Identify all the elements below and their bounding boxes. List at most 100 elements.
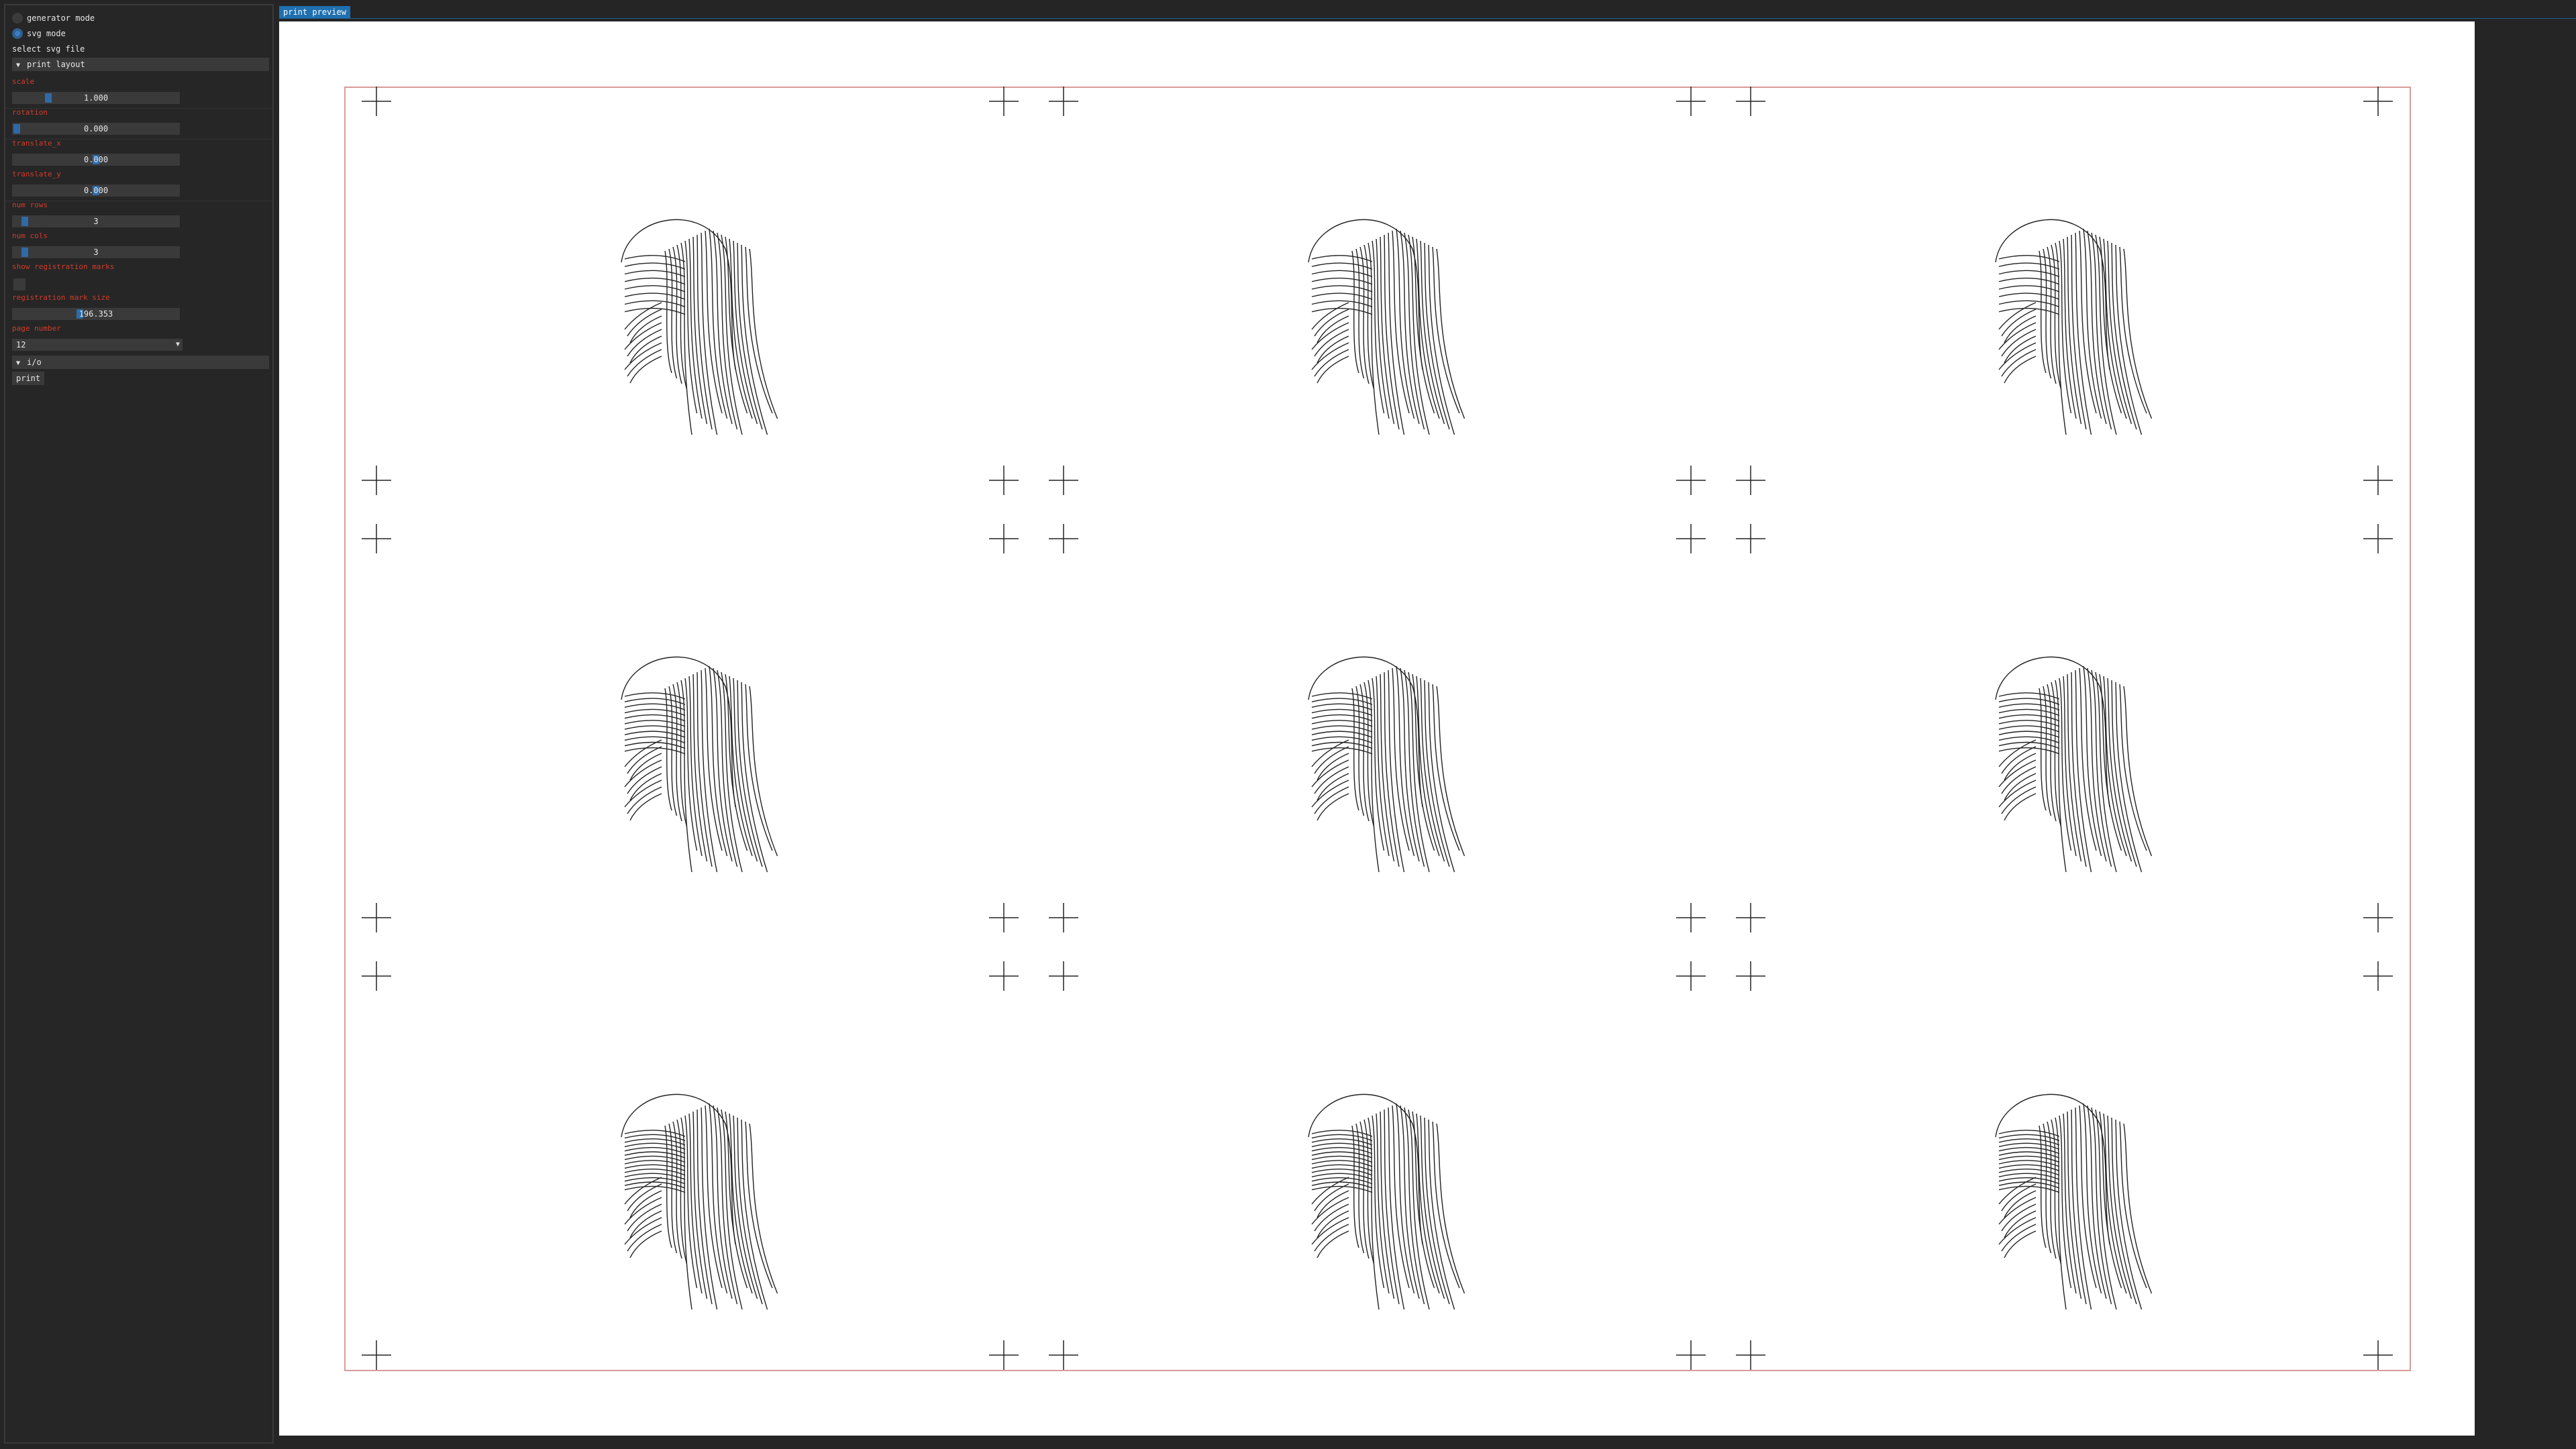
print-preview-canvas — [279, 21, 2475, 1436]
crosshair-icon — [1736, 1340, 1765, 1370]
translate-x-slider[interactable]: 0.000 — [12, 154, 180, 166]
translate-y-label: translate_y — [12, 170, 61, 178]
print-button[interactable]: print — [12, 372, 45, 385]
hair-artwork — [621, 656, 778, 873]
select-svg-file-button[interactable]: select svg file — [12, 44, 85, 54]
crosshair-icon — [1736, 903, 1765, 932]
translate-y-slider[interactable]: 0.000 — [12, 184, 180, 197]
scale-value: 1.000 — [83, 93, 109, 103]
print-sheet — [344, 87, 2411, 1371]
registration-mark-size-label: registration mark size — [12, 293, 110, 302]
crosshair-icon — [989, 1340, 1019, 1370]
show-registration-marks-label: show registration marks — [12, 262, 115, 271]
scale-slider-grab[interactable] — [45, 93, 52, 103]
num-cols-slider[interactable]: 3 — [12, 246, 180, 258]
crosshair-icon — [1676, 903, 1706, 932]
print-preview-tab[interactable]: print preview — [279, 6, 350, 19]
crosshair-icon — [1676, 466, 1706, 495]
crosshair-icon — [362, 903, 391, 932]
hair-artwork — [1995, 219, 2153, 435]
svg-mode-radio[interactable] — [12, 28, 23, 39]
crosshair-icon — [362, 961, 391, 991]
print-cell — [362, 961, 1019, 1370]
num-rows-label: num rows — [12, 201, 48, 209]
print-cell — [1736, 524, 2393, 932]
crosshair-icon — [362, 87, 391, 116]
crosshair-icon — [989, 87, 1019, 116]
crosshair-icon — [1676, 1340, 1706, 1370]
registration-mark-size-value: 196.353 — [79, 309, 113, 319]
crosshair-icon — [1049, 87, 1078, 116]
print-cell — [1049, 87, 1706, 495]
crosshair-icon — [989, 961, 1019, 991]
rotation-slider-grab[interactable] — [13, 124, 20, 133]
print-layout-header[interactable]: ▼ print layout — [12, 58, 269, 71]
hair-artwork — [1995, 1093, 2153, 1310]
crosshair-icon — [1736, 961, 1765, 991]
crosshair-icon — [2363, 1340, 2393, 1370]
rotation-label: rotation — [12, 108, 48, 117]
crosshair-icon — [1676, 524, 1706, 553]
crosshair-icon — [1736, 87, 1765, 116]
triangle-down-icon: ▼ — [16, 62, 21, 69]
num-cols-slider-grab[interactable] — [21, 248, 28, 257]
print-cell — [1736, 961, 2393, 1370]
control-panel: generator mode svg mode select svg file … — [4, 4, 274, 1444]
num-rows-value: 3 — [93, 217, 99, 226]
hair-artwork — [1308, 219, 1465, 435]
translate-y-value: 0.000 — [83, 186, 109, 195]
translate-x-label: translate_x — [12, 139, 61, 148]
print-cell — [362, 524, 1019, 932]
print-cell — [362, 87, 1019, 495]
print-cell — [1736, 87, 2393, 495]
svg-mode-label: svg mode — [27, 29, 66, 38]
crosshair-icon — [2363, 903, 2393, 932]
crosshair-icon — [2363, 961, 2393, 991]
triangle-down-icon: ▼ — [16, 360, 21, 367]
crosshair-icon — [1736, 524, 1765, 553]
crosshair-icon — [989, 524, 1019, 553]
crosshair-icon — [1676, 961, 1706, 991]
hair-artwork — [1308, 1093, 1465, 1310]
hair-artwork — [1995, 656, 2153, 873]
crosshair-icon — [2363, 466, 2393, 495]
crosshair-icon — [2363, 524, 2393, 553]
crosshair-icon — [362, 524, 391, 553]
print-layout-header-label: print layout — [27, 60, 85, 69]
page-number-value: 12 — [16, 340, 26, 350]
hair-artwork — [1308, 656, 1465, 873]
scale-slider[interactable]: 1.000 — [12, 92, 180, 104]
print-cell — [1049, 524, 1706, 932]
crosshair-icon — [1049, 466, 1078, 495]
crosshair-icon — [362, 1340, 391, 1370]
crosshair-icon — [989, 466, 1019, 495]
preview-title-underline — [279, 18, 2576, 19]
page-number-label: page number — [12, 324, 61, 333]
crosshair-icon — [1676, 87, 1706, 116]
show-registration-marks-checkbox[interactable] — [13, 278, 25, 290]
hair-artwork — [621, 1093, 778, 1310]
num-rows-slider[interactable]: 3 — [12, 215, 180, 227]
io-header-label: i/o — [27, 358, 42, 367]
crosshair-icon — [1049, 903, 1078, 932]
crosshair-icon — [1049, 524, 1078, 553]
crosshair-icon — [1049, 961, 1078, 991]
translate-x-value: 0.000 — [83, 155, 109, 164]
generator-mode-label: generator mode — [27, 13, 95, 23]
rotation-slider[interactable]: 0.000 — [12, 123, 180, 135]
crosshair-icon — [1049, 1340, 1078, 1370]
generator-mode-radio[interactable] — [12, 13, 23, 23]
hair-artwork — [621, 219, 778, 435]
num-cols-value: 3 — [93, 248, 99, 257]
page-number-select[interactable]: 12 ▼ — [12, 339, 183, 351]
print-cell — [1049, 961, 1706, 1370]
scale-label: scale — [12, 77, 35, 86]
rotation-value: 0.000 — [83, 124, 109, 133]
chevron-down-icon[interactable]: ▼ — [176, 339, 180, 351]
crosshair-icon — [1736, 466, 1765, 495]
num-cols-label: num cols — [12, 231, 48, 240]
registration-mark-size-slider[interactable]: 196.353 — [12, 308, 180, 320]
crosshair-icon — [362, 466, 391, 495]
num-rows-slider-grab[interactable] — [21, 217, 28, 226]
io-header[interactable]: ▼ i/o — [12, 356, 269, 369]
